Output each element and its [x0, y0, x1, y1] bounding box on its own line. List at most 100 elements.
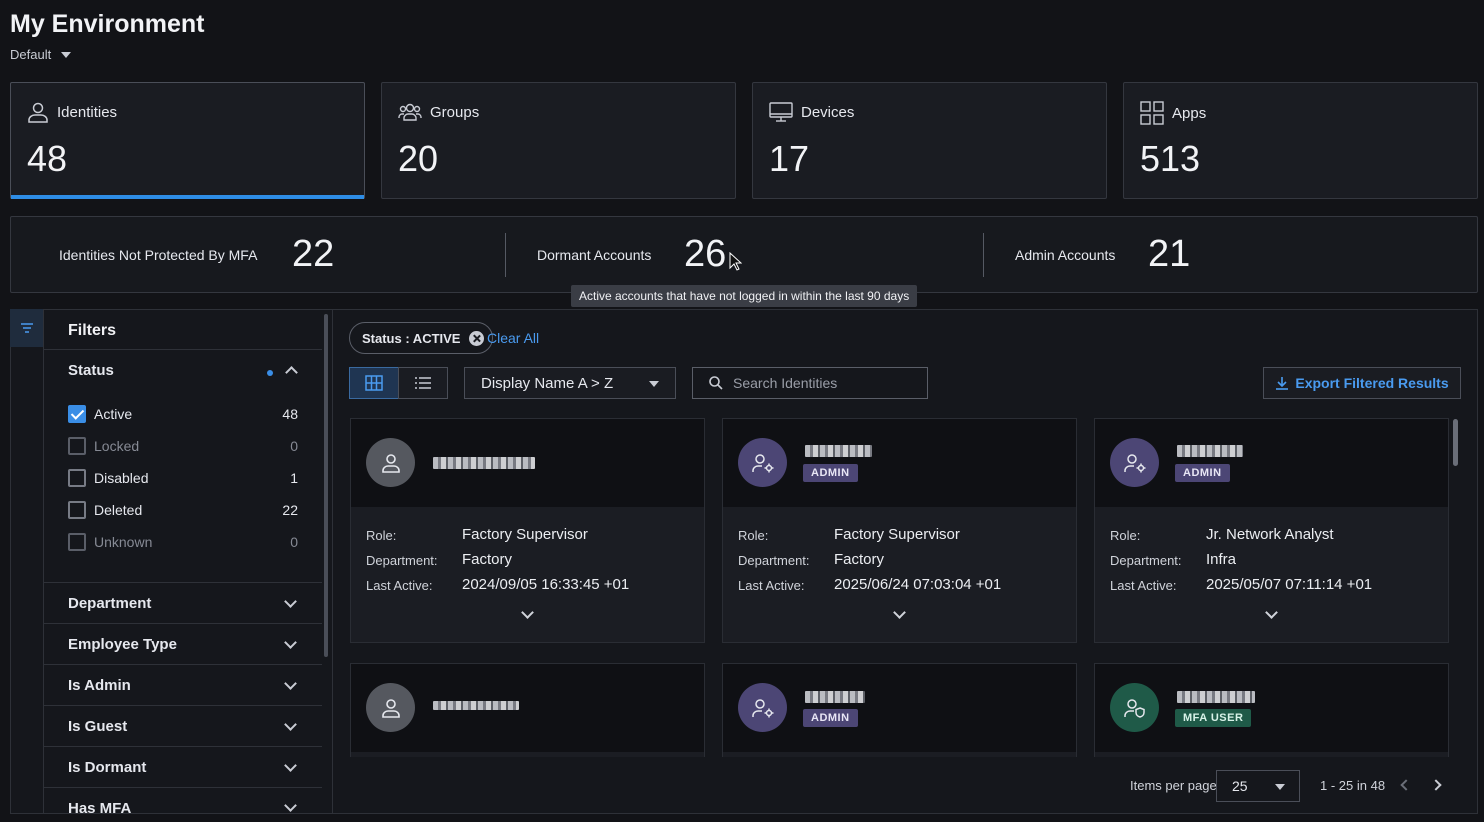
filter-section-employee-type[interactable]: Employee Type: [68, 636, 177, 653]
filter-section-is-dormant[interactable]: Is Dormant: [68, 759, 146, 776]
chevron-down-icon: [1275, 784, 1285, 790]
monitor-icon: [769, 101, 793, 123]
identity-card[interactable]: MFA USER: [1094, 663, 1449, 758]
status-option-disabled[interactable]: Disabled 1: [68, 468, 298, 488]
stat-card-devices[interactable]: Devices 17: [752, 82, 1107, 199]
identity-card[interactable]: ADMIN: [722, 663, 1077, 758]
items-per-page-select[interactable]: 25: [1216, 770, 1300, 802]
divider: [44, 746, 322, 747]
department-label: Department:: [738, 553, 810, 568]
role-label: Role:: [366, 528, 397, 543]
stat-label: Apps: [1172, 104, 1207, 122]
search-input[interactable]: [733, 375, 913, 391]
environment-label: Default: [10, 47, 52, 62]
divider: [44, 664, 322, 665]
option-count: 0: [290, 438, 298, 454]
mouse-cursor-icon: [729, 251, 743, 276]
last-active-label: Last Active:: [1110, 578, 1177, 593]
divider: [983, 233, 984, 277]
expand-chevron-icon[interactable]: [1265, 606, 1278, 619]
expand-chevron-icon[interactable]: [893, 606, 906, 619]
filter-section-department[interactable]: Department: [68, 595, 151, 612]
group-icon: [398, 101, 422, 123]
admin-badge: ADMIN: [1175, 464, 1230, 482]
stat-label: Identities: [57, 103, 118, 121]
divider: [44, 623, 322, 624]
divider: [44, 582, 322, 583]
status-option-locked[interactable]: Locked 0: [68, 436, 298, 456]
items-per-page-value: 25: [1232, 778, 1248, 794]
divider: [44, 349, 322, 350]
filter-section-status[interactable]: Status: [68, 362, 114, 379]
environment-selector[interactable]: Default: [10, 47, 72, 62]
status-option-active[interactable]: Active 48: [68, 404, 298, 424]
chevron-down-icon: [649, 381, 659, 387]
filter-toggle-button[interactable]: [10, 309, 43, 347]
option-label: Locked: [94, 438, 140, 454]
last-active-value: 2025/06/24 07:03:04 +01: [834, 576, 1002, 593]
filter-section-is-admin[interactable]: Is Admin: [68, 677, 131, 694]
divider: [44, 787, 322, 788]
checkbox[interactable]: [68, 437, 86, 455]
grid-icon: [365, 375, 383, 391]
admin-avatar-icon: [738, 683, 787, 732]
pagination-bar: [334, 757, 1477, 813]
mfa-user-badge: MFA USER: [1175, 709, 1252, 727]
redacted-name: [805, 445, 872, 457]
filter-section-has-mfa[interactable]: Has MFA: [68, 800, 131, 817]
chevron-down-icon: [61, 51, 72, 58]
expand-chevron-icon[interactable]: [521, 606, 534, 619]
filter-icon: [20, 323, 33, 333]
identity-card[interactable]: ADMIN Role: Factory Supervisor Department…: [722, 418, 1077, 643]
status-option-deleted[interactable]: Deleted 22: [68, 500, 298, 520]
identity-card[interactable]: [350, 663, 705, 758]
filters-title: Filters: [68, 322, 117, 339]
user-avatar-icon: [366, 683, 415, 732]
status-option-unknown[interactable]: Unknown 0: [68, 532, 298, 552]
download-icon: [1276, 377, 1289, 390]
department-label: Department:: [366, 553, 438, 568]
mfa-avatar-icon: [1110, 683, 1159, 732]
summary-value-admin[interactable]: 21: [1148, 233, 1190, 276]
checkbox-checked[interactable]: [68, 405, 86, 423]
admin-badge: ADMIN: [803, 709, 858, 727]
option-label: Deleted: [94, 502, 143, 518]
checkbox[interactable]: [68, 533, 86, 551]
filters-scrollbar[interactable]: [324, 314, 328, 657]
filter-section-is-guest[interactable]: Is Guest: [68, 718, 127, 735]
results-scrollbar[interactable]: [1453, 419, 1458, 466]
summary-label-dormant: Dormant Accounts: [537, 247, 652, 263]
close-icon[interactable]: [469, 331, 485, 346]
identity-card[interactable]: ADMIN Role: Jr. Network Analyst Departmen…: [1094, 418, 1449, 643]
summary-value-dormant[interactable]: 26: [684, 233, 726, 276]
list-view-button[interactable]: [398, 367, 448, 399]
stat-card-groups[interactable]: Groups 20: [381, 82, 736, 199]
role-label: Role:: [1110, 528, 1141, 543]
chip-label: Status : ACTIVE: [362, 330, 461, 346]
redacted-name: [805, 691, 865, 703]
dormant-tooltip: Active accounts that have not logged in …: [571, 285, 918, 307]
checkbox[interactable]: [68, 501, 86, 519]
stat-value: 17: [769, 138, 810, 179]
identity-card[interactable]: Role: Factory Supervisor Department: Facto…: [350, 418, 705, 643]
divider: [505, 233, 506, 277]
stat-card-identities[interactable]: Identities 48: [10, 82, 365, 199]
clear-all-link[interactable]: Clear All: [487, 330, 539, 346]
status-filter-chip[interactable]: Status : ACTIVE: [349, 322, 494, 354]
search-box[interactable]: [692, 367, 928, 399]
checkbox[interactable]: [68, 469, 86, 487]
summary-value-mfa[interactable]: 22: [292, 233, 334, 276]
grid-view-button[interactable]: [349, 367, 399, 399]
option-count: 48: [282, 406, 298, 422]
stat-value: 48: [27, 138, 68, 179]
stat-card-apps[interactable]: Apps 513: [1123, 82, 1478, 199]
search-icon: [709, 376, 723, 390]
apps-grid-icon: [1140, 101, 1164, 125]
sort-dropdown[interactable]: Display Name A > Z: [464, 367, 676, 399]
export-button[interactable]: Export Filtered Results: [1263, 367, 1461, 399]
stat-label: Devices: [801, 103, 855, 121]
user-avatar-icon: [366, 438, 415, 487]
user-icon: [27, 101, 49, 123]
active-filter-dot: [267, 370, 273, 376]
redacted-name: [1177, 445, 1243, 457]
